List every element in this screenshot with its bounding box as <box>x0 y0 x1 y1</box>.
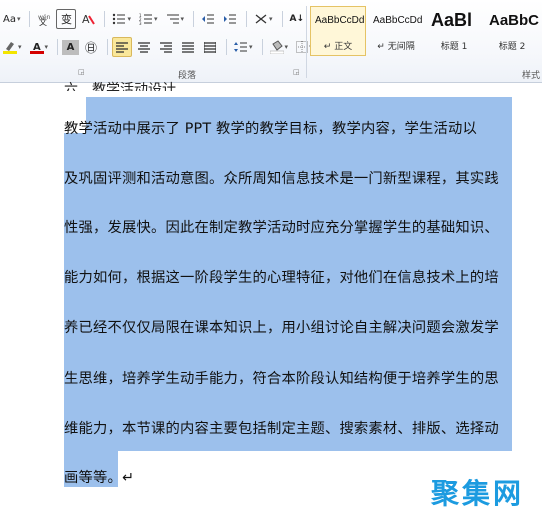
svg-text:3: 3 <box>139 21 142 25</box>
pinyin-guide-icon: wén文 <box>38 14 51 26</box>
paragraph-line: 教学活动中展示了 PPT 教学的教学目标，教学内容，学生活动以 <box>64 121 477 137</box>
ribbon-row-1: Aa ▾ wén 文 变 A ▾ 123 ▾ ▾ ▾ A↓ <box>0 8 340 30</box>
paragraph-line: 能力如何，根据这一阶段学生的心理特征，对他们在信息技术上的培 <box>64 270 499 286</box>
style-sample: AaBbCcDd <box>373 15 423 26</box>
clear-format-icon: A <box>82 13 96 26</box>
increase-indent-button[interactable] <box>220 9 240 29</box>
char-border-button[interactable]: 变 <box>56 9 77 29</box>
clear-format-button[interactable]: A <box>78 9 98 29</box>
ribbon-separator <box>107 39 109 55</box>
ribbon-separator <box>193 11 195 27</box>
ribbon-separator <box>226 39 228 55</box>
decrease-indent-icon <box>202 14 215 24</box>
style-name: 标题 1 <box>440 42 468 52</box>
distributed-button[interactable] <box>200 37 220 57</box>
chinese-layout-icon <box>255 14 267 24</box>
document-area[interactable]: 六、教学活动设计 教学活动中展示了 PPT 教学的教学目标，教学内容，学生活动以… <box>0 82 542 516</box>
char-shading-button[interactable]: A <box>62 39 80 55</box>
style-heading-1[interactable]: AaBl 标题 1 <box>426 6 482 56</box>
align-center-button[interactable] <box>134 37 154 57</box>
pinyin-guide-button[interactable]: wén 文 <box>34 9 54 29</box>
ribbon-separator <box>281 11 283 27</box>
align-left-button[interactable] <box>112 37 133 57</box>
ribbon-separator <box>57 39 59 55</box>
bullets-icon <box>113 13 126 25</box>
paragraph-group-label: 段落 <box>178 71 197 81</box>
style-name: 标题 2 <box>498 42 526 52</box>
style-sample: AaBbC <box>489 12 540 29</box>
previous-heading-line: 六、教学活动设计 <box>64 82 176 91</box>
paragraph-line: 养已经不仅仅局限在课本知识上，用小组讨论自主解决问题会激发学 <box>64 320 499 336</box>
text-highlight-button[interactable]: ▾ <box>0 37 25 57</box>
sort-button[interactable]: A↓ <box>287 9 308 29</box>
paragraph-line: 维能力，本节课的内容主要包括制定主题、搜索素材、排版、选择动 <box>64 421 499 437</box>
justify-button[interactable] <box>178 37 198 57</box>
watermark-logo: 聚集网 <box>430 477 524 510</box>
font-dialog-launcher[interactable]: ◲ <box>78 68 85 76</box>
svg-text:A: A <box>82 13 90 26</box>
styles-gallery: AaBbCcDd ↵ 正文 AaBbCcDd ↵ 无间隔 AaBl 标题 1 A… <box>310 6 542 58</box>
ribbon: Aa ▾ wén 文 变 A ▾ 123 ▾ ▾ ▾ A↓ ▾ A ▾ A ㊐ … <box>0 0 542 83</box>
line-spacing-button[interactable]: ▾ <box>231 37 256 57</box>
style-no-spacing[interactable]: AaBbCcDd ↵ 无间隔 <box>368 6 424 56</box>
paragraph-dialog-launcher[interactable]: ◲ <box>293 68 300 76</box>
numbering-button[interactable]: 123 ▾ <box>136 9 161 29</box>
align-center-icon <box>138 41 151 53</box>
bullets-button[interactable]: ▾ <box>109 9 134 29</box>
ribbon-separator <box>104 11 106 27</box>
enclose-char-button[interactable]: ㊐ <box>81 37 101 57</box>
font-color-icon: A <box>29 42 44 54</box>
multilevel-list-icon <box>166 14 179 24</box>
multilevel-list-button[interactable]: ▾ <box>163 9 188 29</box>
group-separator <box>306 6 307 78</box>
paragraph-line: 生思维，培养学生动手能力，符合本阶段认知结构便于培养学生的思 <box>64 371 499 387</box>
increase-indent-icon <box>224 14 237 24</box>
ribbon-separator <box>246 11 248 27</box>
align-right-button[interactable] <box>156 37 176 57</box>
align-right-icon <box>160 41 173 53</box>
line-spacing-icon <box>234 42 248 52</box>
style-name: ↵ 无间隔 <box>377 42 415 52</box>
style-sample: AaBl <box>431 10 473 30</box>
style-name: ↵ 正文 <box>323 42 353 52</box>
highlighter-icon <box>3 42 17 54</box>
ribbon-separator <box>261 39 263 55</box>
align-left-icon <box>116 41 129 53</box>
svg-text:文: 文 <box>39 17 47 26</box>
distributed-icon <box>204 41 217 53</box>
paragraph-line: 性强，发展快。因此在制定教学活动时应充分掌握学生的基础知识、 <box>64 220 499 236</box>
chinese-layout-button[interactable]: ▾ <box>251 9 276 29</box>
ribbon-separator <box>29 11 31 27</box>
style-normal[interactable]: AaBbCcDd ↵ 正文 <box>310 6 366 56</box>
style-heading-2[interactable]: AaBbC 标题 2 <box>484 6 540 56</box>
highlight-color-swatch <box>3 51 17 54</box>
shading-button[interactable]: ▾ <box>267 37 292 57</box>
styles-group-label: 样式 <box>522 71 541 81</box>
change-case-button[interactable]: Aa ▾ <box>0 9 23 29</box>
numbering-icon: 123 <box>139 13 152 25</box>
ribbon-row-2: ▾ A ▾ A ㊐ ▾ ▾ <box>0 36 318 58</box>
font-color-button[interactable]: A ▾ <box>27 37 52 57</box>
paint-bucket-icon <box>269 40 284 54</box>
paragraph-line: 及巩固评测和活动意图。众所周知信息技术是一门新型课程，其实践 <box>64 171 499 187</box>
style-sample: AaBbCcDd <box>315 15 365 26</box>
decrease-indent-button[interactable] <box>198 9 218 29</box>
justify-icon <box>182 41 195 53</box>
